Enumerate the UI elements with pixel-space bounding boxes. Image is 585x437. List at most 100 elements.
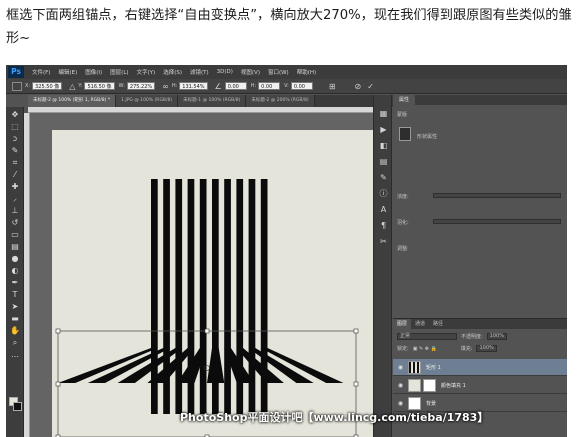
info-panel-icon[interactable]: ⓘ xyxy=(378,189,389,199)
swatches-panel-icon[interactable]: ▤ xyxy=(378,157,389,167)
mask-thumbnail[interactable] xyxy=(399,127,411,141)
brush-panel-icon[interactable]: ✎ xyxy=(378,173,389,183)
dodge-tool-icon[interactable]: ◐ xyxy=(10,266,20,275)
menu-type[interactable]: 文字(Y) xyxy=(133,68,160,76)
reference-point-icon[interactable] xyxy=(12,81,22,91)
layer-row[interactable]: ◉ 颜色填充 1 xyxy=(393,377,567,394)
vertical-stripe xyxy=(236,179,244,414)
transform-handle xyxy=(353,381,359,387)
w-input[interactable]: 275.22% xyxy=(126,82,156,90)
mask-label: 蒙版 xyxy=(397,112,408,118)
menu-edit[interactable]: 编辑(E) xyxy=(54,68,81,76)
tab-channels[interactable]: 通道 xyxy=(411,319,429,329)
options-bar: X: 325.50 像 △ Y: 516.50 像 W: 275.22% ∞ H… xyxy=(6,79,567,94)
menu-view[interactable]: 视图(V) xyxy=(237,68,264,76)
y-input[interactable]: 516.50 像 xyxy=(84,82,115,90)
blend-mode-select[interactable]: 正常 xyxy=(397,333,457,340)
angle-input[interactable]: 0.00 xyxy=(224,82,247,90)
visibility-eye-icon[interactable]: ◉ xyxy=(396,364,405,371)
layer-mask-thumbnail xyxy=(423,378,436,392)
link-icon[interactable]: ∞ xyxy=(162,82,169,91)
angle-icon: ∠ xyxy=(214,81,222,91)
hskew-input[interactable]: 0.00 xyxy=(258,82,281,90)
menu-layer[interactable]: 图层(L) xyxy=(106,68,132,76)
background-color-swatch[interactable] xyxy=(13,402,22,411)
feather-label: 羽化: xyxy=(397,220,409,226)
menu-window[interactable]: 窗口(W) xyxy=(264,68,293,76)
blur-tool-icon[interactable]: ● xyxy=(10,254,20,263)
tab-untitled-2[interactable]: 未标题-2 @ 100% (矩形 1, RGB/8) * xyxy=(28,95,117,107)
tab-paths[interactable]: 路径 xyxy=(429,319,447,329)
more-tools-icon[interactable]: … xyxy=(10,350,20,359)
pen-tool-icon[interactable]: ✒ xyxy=(10,278,20,287)
tab-untitled-1[interactable]: 未标题-1 @ 100% (RGB/8) xyxy=(178,95,247,107)
x-input[interactable]: 325.50 像 xyxy=(32,82,63,90)
move-tool-icon[interactable]: ✥ xyxy=(10,110,20,119)
tab-untitled-2-200[interactable]: 未标题-2 @ 200% (RGB/8) xyxy=(246,95,315,107)
fill-input[interactable]: 100% xyxy=(476,345,497,352)
menu-help[interactable]: 帮助(H) xyxy=(293,68,320,76)
zoom-tool-icon[interactable]: ⌕ xyxy=(10,338,20,347)
h-input[interactable]: 131.54% xyxy=(179,82,208,90)
adjustments-panel-icon[interactable]: ◧ xyxy=(378,141,389,151)
menu-3d[interactable]: 3D(D) xyxy=(213,69,237,75)
visibility-eye-icon[interactable]: ◉ xyxy=(396,400,405,407)
tab-1-jpg[interactable]: 1.JPG @ 100% (RGB/8) xyxy=(116,95,179,107)
commit-transform-icon[interactable]: ✓ xyxy=(367,82,374,91)
gradient-tool-icon[interactable]: ▤ xyxy=(10,242,20,251)
menu-select[interactable]: 选择(S) xyxy=(159,68,186,76)
layers-panel-tabs: 图层 通道 路径 xyxy=(393,319,567,329)
lasso-tool-icon[interactable]: ↄ xyxy=(10,134,20,143)
marquee-tool-icon[interactable]: ⬚ xyxy=(10,122,20,131)
menu-filter[interactable]: 滤镜(T) xyxy=(186,68,213,76)
photoshop-logo: Ps xyxy=(8,66,24,78)
actions-panel-icon[interactable]: ▶ xyxy=(378,125,389,135)
h-field: H: 131.54% xyxy=(172,82,208,90)
document-canvas[interactable] xyxy=(52,130,376,437)
canvas-area[interactable] xyxy=(30,113,390,437)
w-field: W: 275.22% xyxy=(119,82,156,90)
stamp-tool-icon[interactable]: ⊥ xyxy=(10,206,20,215)
vskew-field: V: 0.00 xyxy=(284,82,313,90)
transform-handle xyxy=(55,381,61,387)
hand-tool-icon[interactable]: ✋ xyxy=(10,326,20,335)
eyedropper-tool-icon[interactable]: ⁄ xyxy=(10,170,20,179)
type-tool-icon[interactable]: T xyxy=(10,290,20,299)
quick-select-tool-icon[interactable]: ✎ xyxy=(10,146,20,155)
delta-icon[interactable]: △ xyxy=(69,82,75,91)
path-select-tool-icon[interactable]: ➤ xyxy=(10,302,20,311)
watermark-text: PhotoShop平面设计吧【www.lincg.com/tieba/1783】 xyxy=(180,411,489,424)
healing-tool-icon[interactable]: ✚ xyxy=(10,182,20,191)
layer-thumbnail xyxy=(408,360,421,374)
warp-icon[interactable]: ⊞ xyxy=(329,82,336,91)
visibility-eye-icon[interactable]: ◉ xyxy=(396,382,405,389)
transform-handle xyxy=(55,328,61,334)
cancel-transform-icon[interactable]: ⊘ xyxy=(355,82,362,91)
tab-layers[interactable]: 图层 xyxy=(393,319,412,329)
tools-preset-panel-icon[interactable]: ✂ xyxy=(378,237,389,247)
feather-slider[interactable] xyxy=(433,219,561,224)
density-slider[interactable] xyxy=(433,193,561,198)
character-panel-icon[interactable]: A xyxy=(378,205,389,215)
menu-file[interactable]: 文件(F) xyxy=(28,68,54,76)
striped-shape-artwork[interactable] xyxy=(52,130,376,437)
lock-icons[interactable]: ▣ ✎ ✥ 🔒 xyxy=(413,346,437,352)
layer-thumbnail xyxy=(408,396,421,410)
brush-tool-icon[interactable]: ⸝ xyxy=(10,194,20,203)
vertical-stripe xyxy=(224,179,231,414)
opacity-label: 不透明度: xyxy=(461,334,483,340)
menu-image[interactable]: 图像(I) xyxy=(81,68,106,76)
layer-name: 矩形 1 xyxy=(426,364,441,371)
paragraph-panel-icon[interactable]: ¶ xyxy=(378,221,389,231)
opacity-input[interactable]: 100% xyxy=(486,333,507,340)
vskew-input[interactable]: 0.00 xyxy=(290,82,313,90)
history-panel-icon[interactable]: ▦ xyxy=(378,109,389,119)
properties-tab[interactable]: 属性 xyxy=(393,95,567,105)
history-brush-tool-icon[interactable]: ↺ xyxy=(10,218,20,227)
refine-label: 调整: xyxy=(397,246,409,252)
crop-tool-icon[interactable]: ⌗ xyxy=(10,158,20,167)
eraser-tool-icon[interactable]: ▭ xyxy=(10,230,20,239)
layer-name: 颜色填充 1 xyxy=(441,382,466,389)
layer-row[interactable]: ◉ 矩形 1 xyxy=(393,359,567,376)
shape-tool-icon[interactable]: ▬ xyxy=(10,314,20,323)
